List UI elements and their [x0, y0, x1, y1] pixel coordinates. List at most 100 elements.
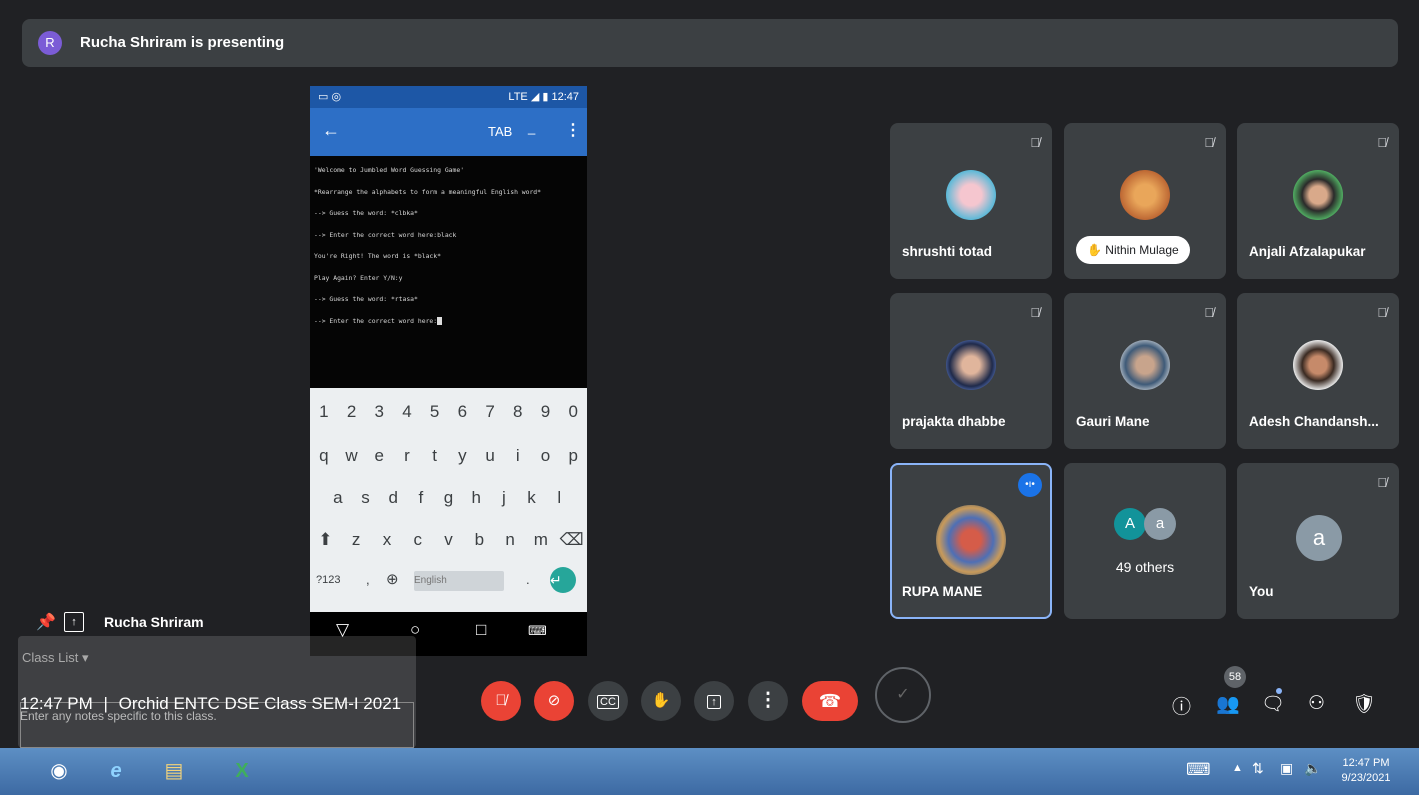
keyboard-switch-icon[interactable]: ⌨ — [528, 623, 547, 639]
participant-name: RUPA MANE — [902, 584, 983, 599]
key[interactable]: 9 — [532, 402, 560, 422]
key[interactable]: q — [310, 446, 338, 466]
key[interactable]: f — [407, 488, 435, 508]
others-tile[interactable]: A a 49 others — [1064, 463, 1226, 619]
key[interactable]: a — [324, 488, 352, 508]
participant-tile[interactable]: 🎙̸ Adesh Chandansh... — [1237, 293, 1399, 449]
key[interactable]: 7 — [476, 402, 504, 422]
enter-key[interactable]: ↵ — [550, 567, 576, 593]
key[interactable]: 8 — [504, 402, 532, 422]
tab-key-label[interactable]: TAB — [488, 124, 512, 139]
chat-icon[interactable]: 🗨 — [1261, 692, 1285, 716]
mic-toggle-button[interactable]: 🎙̸ — [481, 681, 521, 721]
phone-clock: 12:47 — [551, 91, 579, 103]
key[interactable]: v — [433, 530, 464, 550]
pin-icon[interactable]: 📌 — [36, 612, 56, 632]
network-tray-icon[interactable]: ⇅ — [1252, 760, 1264, 777]
key[interactable]: 0 — [559, 402, 587, 422]
file-explorer-icon[interactable]: ▤ — [155, 754, 193, 788]
mic-off-icon: 🎙̸ — [1377, 475, 1387, 490]
terminal-line: You're Right! The word is *black* — [314, 252, 441, 260]
key[interactable]: n — [495, 530, 526, 550]
terminal-output: 'Welcome to Jumbled Word Guessing Game' … — [310, 156, 587, 388]
participant-avatar — [1293, 340, 1343, 390]
camera-toggle-button[interactable]: ⊘ — [534, 681, 574, 721]
key[interactable]: p — [559, 446, 587, 466]
participant-tile[interactable]: 🎙̸ shrushti totad — [890, 123, 1052, 279]
activities-icon[interactable]: ⚇ — [1308, 692, 1325, 715]
key[interactable]: m — [525, 530, 556, 550]
raise-hand-button[interactable]: ✋ — [641, 681, 681, 721]
key[interactable]: x — [372, 530, 403, 550]
key[interactable]: d — [379, 488, 407, 508]
key[interactable]: 3 — [365, 402, 393, 422]
participant-tile[interactable]: 🎙̸ ✋ Nithin Mulage — [1064, 123, 1226, 279]
keyboard-tray-icon[interactable]: ⌨ — [1186, 760, 1211, 780]
chrome-icon[interactable]: ◉ — [40, 754, 78, 788]
text-cursor — [437, 316, 443, 325]
class-list-dropdown[interactable]: Class List ▾ — [22, 650, 89, 666]
present-button[interactable]: ↑ — [694, 681, 734, 721]
participant-tile[interactable]: 🎙̸ Anjali Afzalapukar — [1237, 123, 1399, 279]
more-vert-icon: ⋮ — [758, 690, 778, 711]
raised-hand-icon: ✋ — [1087, 243, 1102, 257]
key[interactable]: h — [462, 488, 490, 508]
symbols-key[interactable]: ?123 — [316, 574, 340, 586]
key[interactable]: 5 — [421, 402, 449, 422]
key[interactable]: g — [435, 488, 463, 508]
key[interactable]: o — [532, 446, 560, 466]
key[interactable]: r — [393, 446, 421, 466]
more-options-button[interactable]: ⋮ — [748, 681, 788, 721]
key[interactable]: z — [341, 530, 372, 550]
show-hidden-icons[interactable]: ▲ — [1232, 762, 1243, 774]
power-tray-icon[interactable]: ▣ — [1280, 760, 1293, 777]
mic-off-icon: 🎙̸ — [1030, 135, 1040, 150]
mic-off-icon: 🎙̸ — [1204, 305, 1214, 320]
key[interactable]: i — [504, 446, 532, 466]
meeting-details-icon[interactable]: ⓘ — [1172, 692, 1191, 719]
key[interactable]: y — [449, 446, 477, 466]
key[interactable]: l — [545, 488, 573, 508]
key[interactable]: b — [464, 530, 495, 550]
key[interactable]: 1 — [310, 402, 338, 422]
key[interactable]: j — [490, 488, 518, 508]
more-vert-icon[interactable]: ⋮ — [565, 120, 581, 140]
participant-tile[interactable]: 🎙̸ Gauri Mane — [1064, 293, 1226, 449]
leave-call-button[interactable]: ☎ — [802, 681, 858, 721]
key[interactable]: e — [365, 446, 393, 466]
terminal-prompt-line[interactable]: --> Enter the correct word here: — [314, 316, 583, 339]
self-tile[interactable]: 🎙̸ a You — [1237, 463, 1399, 619]
key[interactable]: t — [421, 446, 449, 466]
host-controls-icon[interactable]: 🛡 — [1352, 692, 1376, 716]
speaking-indicator-icon: •ı• — [1018, 473, 1042, 497]
backspace-icon[interactable]: ⌫ — [556, 530, 587, 550]
back-arrow-icon[interactable]: ← — [322, 120, 340, 141]
globe-icon[interactable]: ⊕ — [386, 570, 399, 588]
people-icon[interactable]: 👥 — [1216, 692, 1240, 716]
check-circle-button[interactable]: ✓ — [875, 667, 931, 723]
key[interactable]: u — [476, 446, 504, 466]
excel-icon[interactable]: X — [223, 754, 261, 788]
clock-date: 9/23/2021 — [1341, 772, 1391, 784]
internet-explorer-icon[interactable]: e — [97, 754, 135, 788]
nav-recents-icon[interactable]: □ — [476, 620, 486, 640]
key[interactable]: s — [352, 488, 380, 508]
key[interactable]: w — [338, 446, 366, 466]
space-key[interactable]: English — [414, 570, 504, 591]
participant-tile-active[interactable]: •ı• RUPA MANE — [890, 463, 1052, 619]
period-key[interactable]: . — [526, 572, 530, 587]
participant-tile[interactable]: 🎙̸ prajakta dhabbe — [890, 293, 1052, 449]
comma-key[interactable]: , — [366, 572, 370, 587]
underscore-key[interactable]: _ — [528, 120, 535, 135]
captions-button[interactable]: CC — [588, 681, 628, 721]
key[interactable]: 4 — [393, 402, 421, 422]
key[interactable]: 2 — [338, 402, 366, 422]
shift-icon[interactable]: ⬆ — [310, 530, 341, 550]
mic-off-icon: 🎙̸ — [1030, 305, 1040, 320]
volume-tray-icon[interactable]: 🔈 — [1304, 760, 1321, 777]
key[interactable]: k — [518, 488, 546, 508]
system-clock[interactable]: 12:47 PM 9/23/2021 — [1338, 756, 1394, 786]
key[interactable]: 6 — [449, 402, 477, 422]
key[interactable]: c — [402, 530, 433, 550]
keyboard-row-numbers: 1 2 3 4 5 6 7 8 9 0 — [310, 402, 587, 422]
